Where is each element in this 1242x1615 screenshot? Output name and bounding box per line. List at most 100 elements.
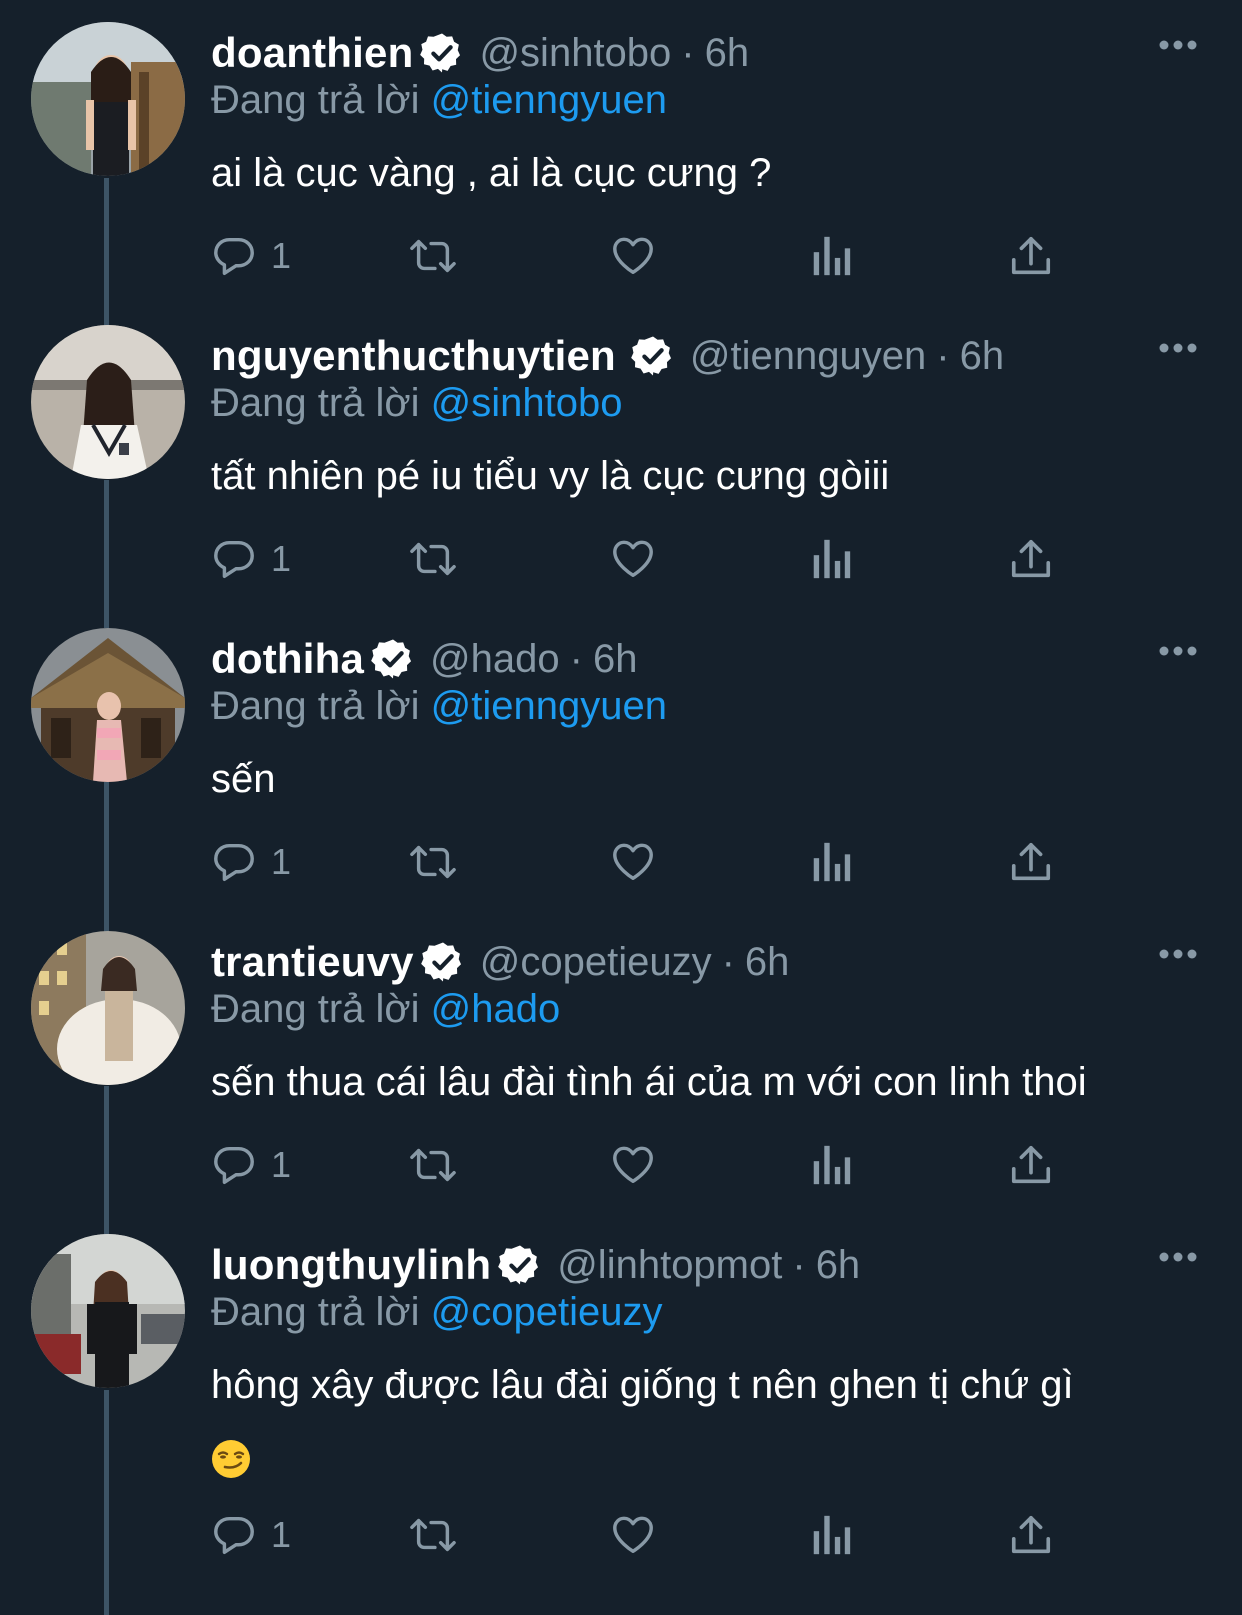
share-button[interactable] — [1009, 1137, 1053, 1193]
replying-prefix: Đang trả lời — [211, 684, 420, 728]
tweet[interactable]: doanthien @sinhtobo · 6h Đang trả lời @t… — [0, 0, 1242, 312]
timestamp[interactable]: 6h — [960, 334, 1005, 379]
user-handle[interactable]: @tiennguyen — [690, 334, 926, 379]
display-name[interactable]: trantieuvy — [211, 938, 414, 986]
reply-icon — [211, 233, 257, 279]
reply-button[interactable]: 1 — [211, 531, 291, 587]
like-icon — [609, 1142, 657, 1188]
display-name[interactable]: dothiha — [211, 635, 364, 683]
tweet-text: tất nhiên pé iu tiểu vy là cục cưng gòii… — [211, 454, 890, 498]
analytics-button[interactable] — [811, 1137, 851, 1193]
share-button[interactable] — [1009, 531, 1053, 587]
tweet-header: doanthien @sinhtobo · 6h — [211, 25, 749, 81]
avatar[interactable] — [31, 325, 185, 479]
more-options-icon[interactable] — [1158, 947, 1198, 961]
more-options-icon[interactable] — [1158, 341, 1198, 355]
tweet-text-block: hông xây được lâu đài giống t nên ghen t… — [211, 1352, 1201, 1484]
tweet-text: hông xây được lâu đài giống t nên ghen t… — [211, 1363, 1074, 1407]
avatar[interactable] — [31, 22, 185, 176]
replying-mention-link[interactable]: @tienngyuen — [431, 78, 667, 122]
replying-prefix: Đang trả lời — [211, 987, 420, 1031]
analytics-icon — [811, 536, 851, 582]
tweet-header: dothiha @hado · 6h — [211, 631, 637, 687]
replying-mention-link[interactable]: @hado — [431, 987, 561, 1031]
replying-mention-link[interactable]: @sinhtobo — [431, 381, 623, 425]
more-options-icon[interactable] — [1158, 38, 1198, 52]
share-button[interactable] — [1009, 228, 1053, 284]
more-options-icon[interactable] — [1158, 1250, 1198, 1264]
retweet-button[interactable] — [407, 1137, 459, 1193]
avatar[interactable] — [31, 931, 185, 1085]
tweet[interactable]: luongthuylinh @linhtopmot · 6h Đang trả … — [0, 1212, 1242, 1615]
display-name[interactable]: doanthien — [211, 29, 413, 77]
retweet-button[interactable] — [407, 1507, 459, 1563]
tweet[interactable]: trantieuvy @copetieuzy · 6h Đang trả lời… — [0, 909, 1242, 1221]
tweet-header: trantieuvy @copetieuzy · 6h — [211, 934, 789, 990]
retweet-icon — [407, 233, 459, 279]
separator-dot: · — [936, 333, 950, 378]
timestamp[interactable]: 6h — [816, 1243, 861, 1288]
timestamp[interactable]: 6h — [593, 637, 638, 682]
verified-badge-icon — [419, 30, 465, 76]
action-bar: 1 — [211, 531, 1111, 587]
reply-count: 1 — [271, 841, 292, 882]
user-handle[interactable]: @linhtopmot — [557, 1243, 782, 1288]
tweet[interactable]: nguyenthucthuytien @tiennguyen · 6h Đang… — [0, 303, 1242, 615]
action-bar: 1 — [211, 1137, 1111, 1193]
separator-dot: · — [721, 939, 735, 984]
reply-count: 1 — [271, 1144, 292, 1185]
tweet-header: nguyenthucthuytien @tiennguyen · 6h — [211, 328, 1004, 384]
reply-icon — [211, 1512, 257, 1558]
replying-mention-link[interactable]: @tienngyuen — [431, 684, 667, 728]
reply-icon — [211, 839, 257, 885]
analytics-icon — [811, 1512, 851, 1558]
reply-button[interactable]: 1 — [211, 1137, 291, 1193]
retweet-icon — [407, 1512, 459, 1558]
analytics-button[interactable] — [811, 228, 851, 284]
separator-dot: · — [681, 30, 695, 75]
analytics-icon — [811, 233, 851, 279]
tweet-header: luongthuylinh @linhtopmot · 6h — [211, 1237, 860, 1293]
like-button[interactable] — [609, 834, 657, 890]
smirk-emoji — [211, 1433, 251, 1479]
avatar[interactable] — [31, 628, 185, 782]
avatar[interactable] — [31, 1234, 185, 1388]
replying-to: Đang trả lời @tienngyuen — [211, 78, 667, 123]
analytics-button[interactable] — [811, 1507, 851, 1563]
like-icon — [609, 233, 657, 279]
retweet-button[interactable] — [407, 834, 459, 890]
share-button[interactable] — [1009, 834, 1053, 890]
share-icon — [1009, 1142, 1053, 1188]
share-icon — [1009, 1512, 1053, 1558]
user-handle[interactable]: @sinhtobo — [479, 31, 671, 76]
retweet-button[interactable] — [407, 531, 459, 587]
timestamp[interactable]: 6h — [745, 940, 790, 985]
analytics-button[interactable] — [811, 834, 851, 890]
tweet-text: sến — [211, 757, 276, 801]
tweet[interactable]: dothiha @hado · 6h Đang trả lời @tienngy… — [0, 606, 1242, 918]
like-button[interactable] — [609, 1507, 657, 1563]
user-handle[interactable]: @hado — [430, 637, 560, 682]
replying-prefix: Đang trả lời — [211, 1290, 420, 1334]
timestamp[interactable]: 6h — [705, 31, 750, 76]
like-button[interactable] — [609, 1137, 657, 1193]
display-name[interactable]: nguyenthucthuytien — [211, 332, 616, 380]
replying-mention-link[interactable]: @copetieuzy — [431, 1290, 663, 1334]
analytics-icon — [811, 839, 851, 885]
share-button[interactable] — [1009, 1507, 1053, 1563]
like-button[interactable] — [609, 531, 657, 587]
reply-icon — [211, 1142, 257, 1188]
tweet-text: sến thua cái lâu đài tình ái của m với c… — [211, 1060, 1087, 1104]
share-icon — [1009, 536, 1053, 582]
more-options-icon[interactable] — [1158, 644, 1198, 658]
user-handle[interactable]: @copetieuzy — [480, 940, 712, 985]
retweet-button[interactable] — [407, 228, 459, 284]
reply-button[interactable]: 1 — [211, 834, 291, 890]
reply-button[interactable]: 1 — [211, 228, 291, 284]
analytics-button[interactable] — [811, 531, 851, 587]
like-button[interactable] — [609, 228, 657, 284]
separator-dot: · — [569, 636, 583, 681]
reply-button[interactable]: 1 — [211, 1507, 291, 1563]
display-name[interactable]: luongthuylinh — [211, 1241, 491, 1289]
replying-to: Đang trả lời @tienngyuen — [211, 684, 667, 729]
